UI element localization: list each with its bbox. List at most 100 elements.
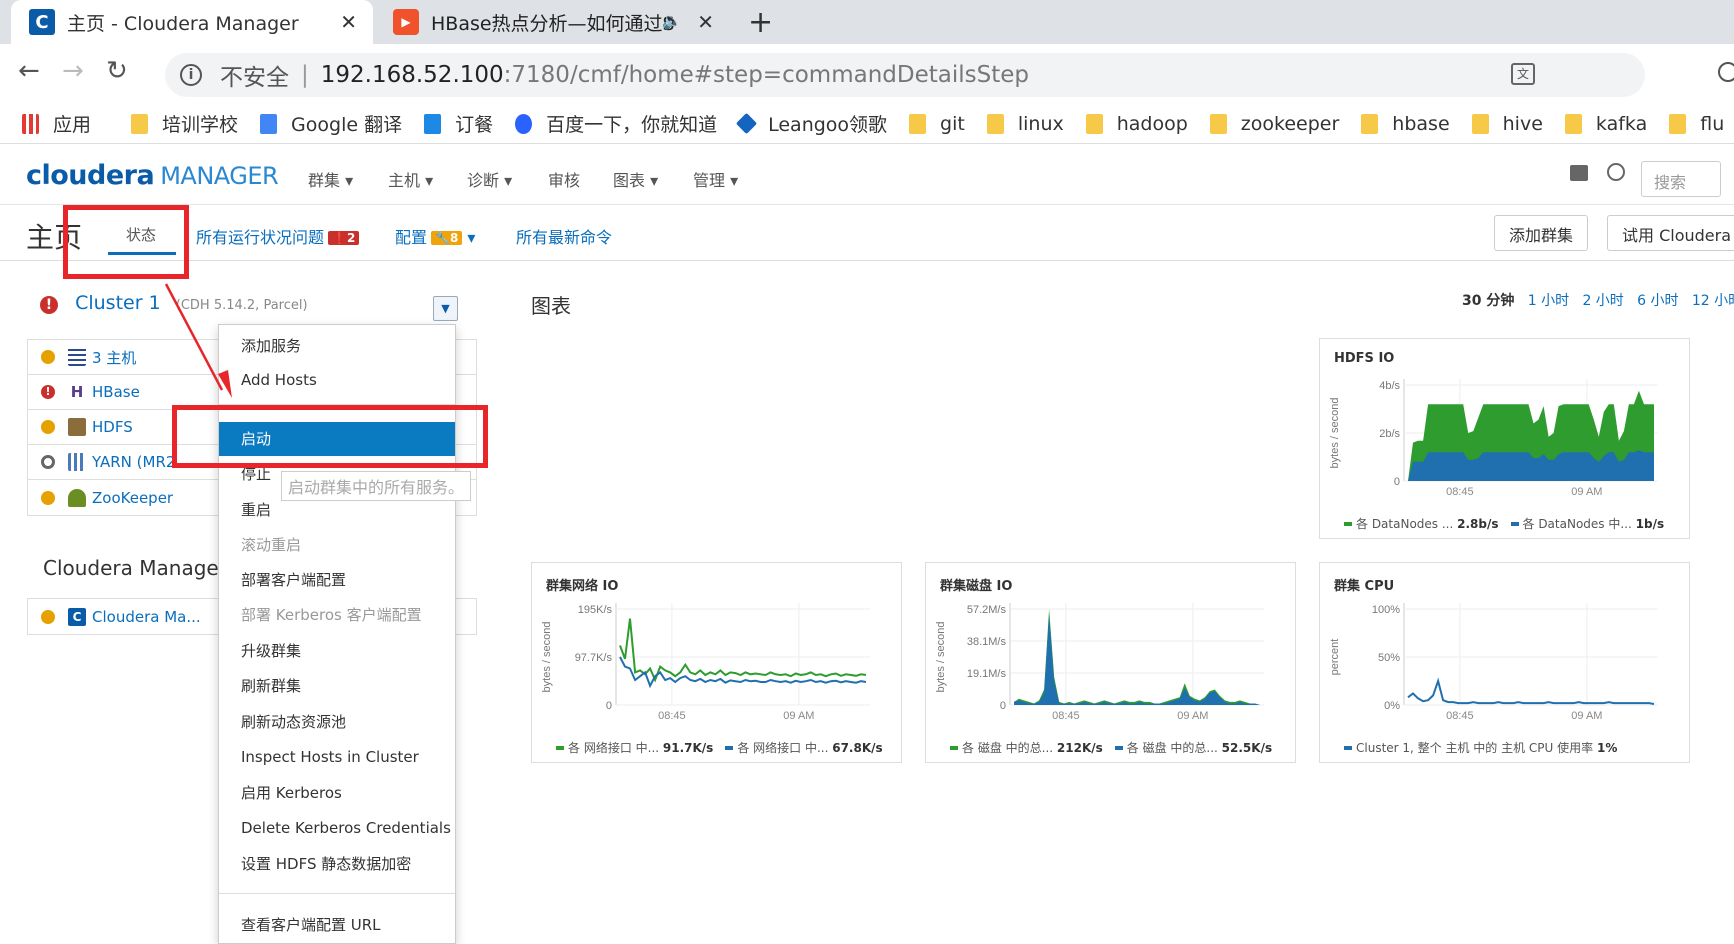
search-input[interactable]: 搜索 [1641,161,1721,197]
menu-deploy-client-config[interactable]: 部署客户端配置 [219,563,455,597]
range-6h[interactable]: 6 小时 [1637,293,1678,309]
bookmark-item[interactable]: 订餐 [424,110,493,137]
tab-title: HBase热点分析—如何通过S [431,12,675,35]
bookmark-item[interactable]: flu [1669,113,1724,135]
menu-refresh-pools[interactable]: 刷新动态资源池 [219,705,455,739]
tab-recent-commands[interactable]: 所有最新命令 [516,224,612,248]
y-tick-label: 100% [1372,604,1400,616]
nav-diagnostics[interactable]: 诊断 ▾ [467,167,512,191]
menu-delete-kerberos-credentials[interactable]: Delete Kerberos Credentials [219,811,455,845]
folder-icon [1564,113,1582,134]
legend-item[interactable]: 各 磁盘 中的总... 52.5K/s [1114,741,1273,755]
bookmark-item[interactable]: hbase [1361,113,1450,135]
x-tick-label: 09 AM [1571,710,1602,722]
legend-item[interactable]: 各 磁盘 中的总... 212K/s [950,741,1103,755]
speaker-icon[interactable]: 🔈 [662,11,682,30]
cloudera-logo[interactable]: cloudera MANAGER [26,160,279,191]
menu-view-client-config-urls[interactable]: 查看客户端配置 URL [219,908,455,942]
new-tab-icon[interactable]: + [748,5,773,40]
menu-enable-kerberos[interactable]: 启用 Kerberos [219,776,455,810]
legend-item[interactable]: 各 DataNodes ... 2.8b/s [1344,517,1499,531]
range-1h[interactable]: 1 小时 [1528,293,1569,309]
legend-value: 52.5K/s [1221,741,1273,755]
chart-legend: 各 DataNodes ... 2.8b/s 各 DataNodes 中... 1… [1344,515,1676,532]
browser-tab-cloudera[interactable]: C 主页 - Cloudera Manager ✕ [11,0,373,44]
apps-grid-icon [22,113,39,134]
range-2h[interactable]: 2 小时 [1582,293,1623,309]
bookmark-item[interactable]: Leangoo领歌 [736,110,887,137]
address-bar[interactable]: i 不安全 | 192.168.52.100 :7180/cmf/home#st… [165,53,1645,97]
start-tooltip: 启动群集中的所有服务。 [281,471,472,501]
cloudera-favicon-icon: C [29,9,55,35]
chart-cluster-cpu[interactable]: 群集 CPU 100% 50% 0% 08:45 09 AM percent Cluste… [1319,562,1690,763]
annotation-box-status [63,205,189,279]
forward-icon[interactable]: → [62,56,84,86]
bookmark-item[interactable]: linux [986,113,1064,135]
range-12h[interactable]: 12 小时 [1692,293,1734,309]
time-range-selector: 30 分钟 1 小时 2 小时 6 小时 12 小时 1 [1462,290,1734,310]
x-tick-label: 08:45 [658,710,686,722]
y-tick-label: 50% [1378,652,1400,664]
bookmark-item[interactable]: kafka [1564,113,1647,135]
hosts-icon [68,348,86,366]
reload-icon[interactable]: ↻ [106,56,128,86]
bookmark-item[interactable]: zookeeper [1209,113,1339,135]
menu-add-hosts[interactable]: Add Hosts [219,363,455,397]
legend-label: 各 DataNodes 中... [1522,517,1636,531]
translate-icon[interactable]: 文 [1511,63,1535,85]
health-warning-icon [41,490,55,505]
menu-rolling-restart: 滚动重启 [241,536,302,554]
running-commands-icon[interactable] [1607,163,1625,181]
y-axis-label: bytes / second [1329,398,1341,469]
close-tab-icon[interactable]: ✕ [340,10,357,34]
profile-icon[interactable] [1718,62,1734,82]
bookmark-item[interactable]: hadoop [1085,113,1188,135]
browser-tab-hbase[interactable]: ▶ HBase热点分析—如何通过S 🔈 ✕ [375,0,730,44]
menu-hdfs-encryption[interactable]: 设置 HDFS 静态数据加密 [219,847,455,881]
add-cluster-button[interactable]: 添加群集 [1494,215,1589,251]
range-30m[interactable]: 30 分钟 [1462,293,1514,309]
y-tick-label: 97.7K/s [575,652,613,664]
video-favicon-icon: ▶ [393,9,419,35]
menu-divider [219,893,455,894]
cluster-name[interactable]: Cluster 1 [75,292,161,314]
cloudera-icon: C [68,607,86,626]
legend-item[interactable]: 各 网络接口 中... 67.8K/s [725,741,883,755]
legend-label: 各 磁盘 中的总... [962,741,1057,755]
chart-network-io[interactable]: 群集网络 IO 195K/s 97.7K/s 0 08:45 09 AM bytes / … [531,562,902,763]
tab-health-issues[interactable]: 所有运行状况问题 ❗2 [196,224,360,248]
gift-icon[interactable] [1570,165,1588,181]
menu-upgrade-cluster[interactable]: 升级群集 [219,634,455,668]
nav-charts[interactable]: 图表 ▾ [613,167,658,191]
legend-item[interactable]: 各 DataNodes 中... 1b/s [1510,517,1664,531]
close-tab-icon[interactable]: ✕ [697,10,714,34]
bookmark-item[interactable]: Google 翻译 [260,110,402,137]
chart-disk-io[interactable]: 群集磁盘 IO 57.2M/s 38.1M/s 19.1M/s 0 08:45 09 AM… [925,562,1296,763]
legend-item[interactable]: 各 网络接口 中... 91.7K/s [556,741,713,755]
back-icon[interactable]: ← [18,56,40,86]
nav-hosts[interactable]: 主机 ▾ [388,167,433,191]
menu-refresh-cluster[interactable]: 刷新群集 [219,669,455,703]
try-cloudera-enterprise-button[interactable]: 试用 Cloudera E [1607,215,1734,251]
cluster-actions-dropdown-button[interactable]: ▼ [433,296,458,321]
annotation-box-start [172,405,488,468]
info-icon[interactable]: i [180,64,202,86]
bookmark-item[interactable]: hive [1471,113,1543,135]
legend-item[interactable]: Cluster 1, 整个 主机 中的 主机 CPU 使用率 1% [1344,741,1617,755]
tab-configuration[interactable]: 配置 🔧8 ▾ [395,224,475,248]
hbase-icon: H [70,383,84,401]
address-path: :7180/cmf/home#step=commandDetailsStep [503,62,1029,88]
x-tick-label: 09 AM [783,710,814,722]
menu-inspect-hosts[interactable]: Inspect Hosts in Cluster [219,740,455,774]
insecure-label: 不安全 [220,65,289,91]
bookmark-apps[interactable]: 应用 [22,110,91,137]
chart-hdfs-io[interactable]: HDFS IO 4b/s 2b/s 0 08:45 09 AM bytes / secon… [1319,338,1690,539]
bookmark-item[interactable]: 培训学校 [131,110,238,137]
bookmark-item[interactable]: 百度一下，你就知道 [515,110,717,137]
annotation-arrow [164,283,232,398]
bookmark-item[interactable]: git [909,113,965,135]
menu-add-service[interactable]: 添加服务 [219,329,455,363]
nav-clusters[interactable]: 群集 ▾ [308,167,353,191]
nav-admin[interactable]: 管理 ▾ [693,167,738,191]
nav-audits[interactable]: 审核 [548,167,580,191]
